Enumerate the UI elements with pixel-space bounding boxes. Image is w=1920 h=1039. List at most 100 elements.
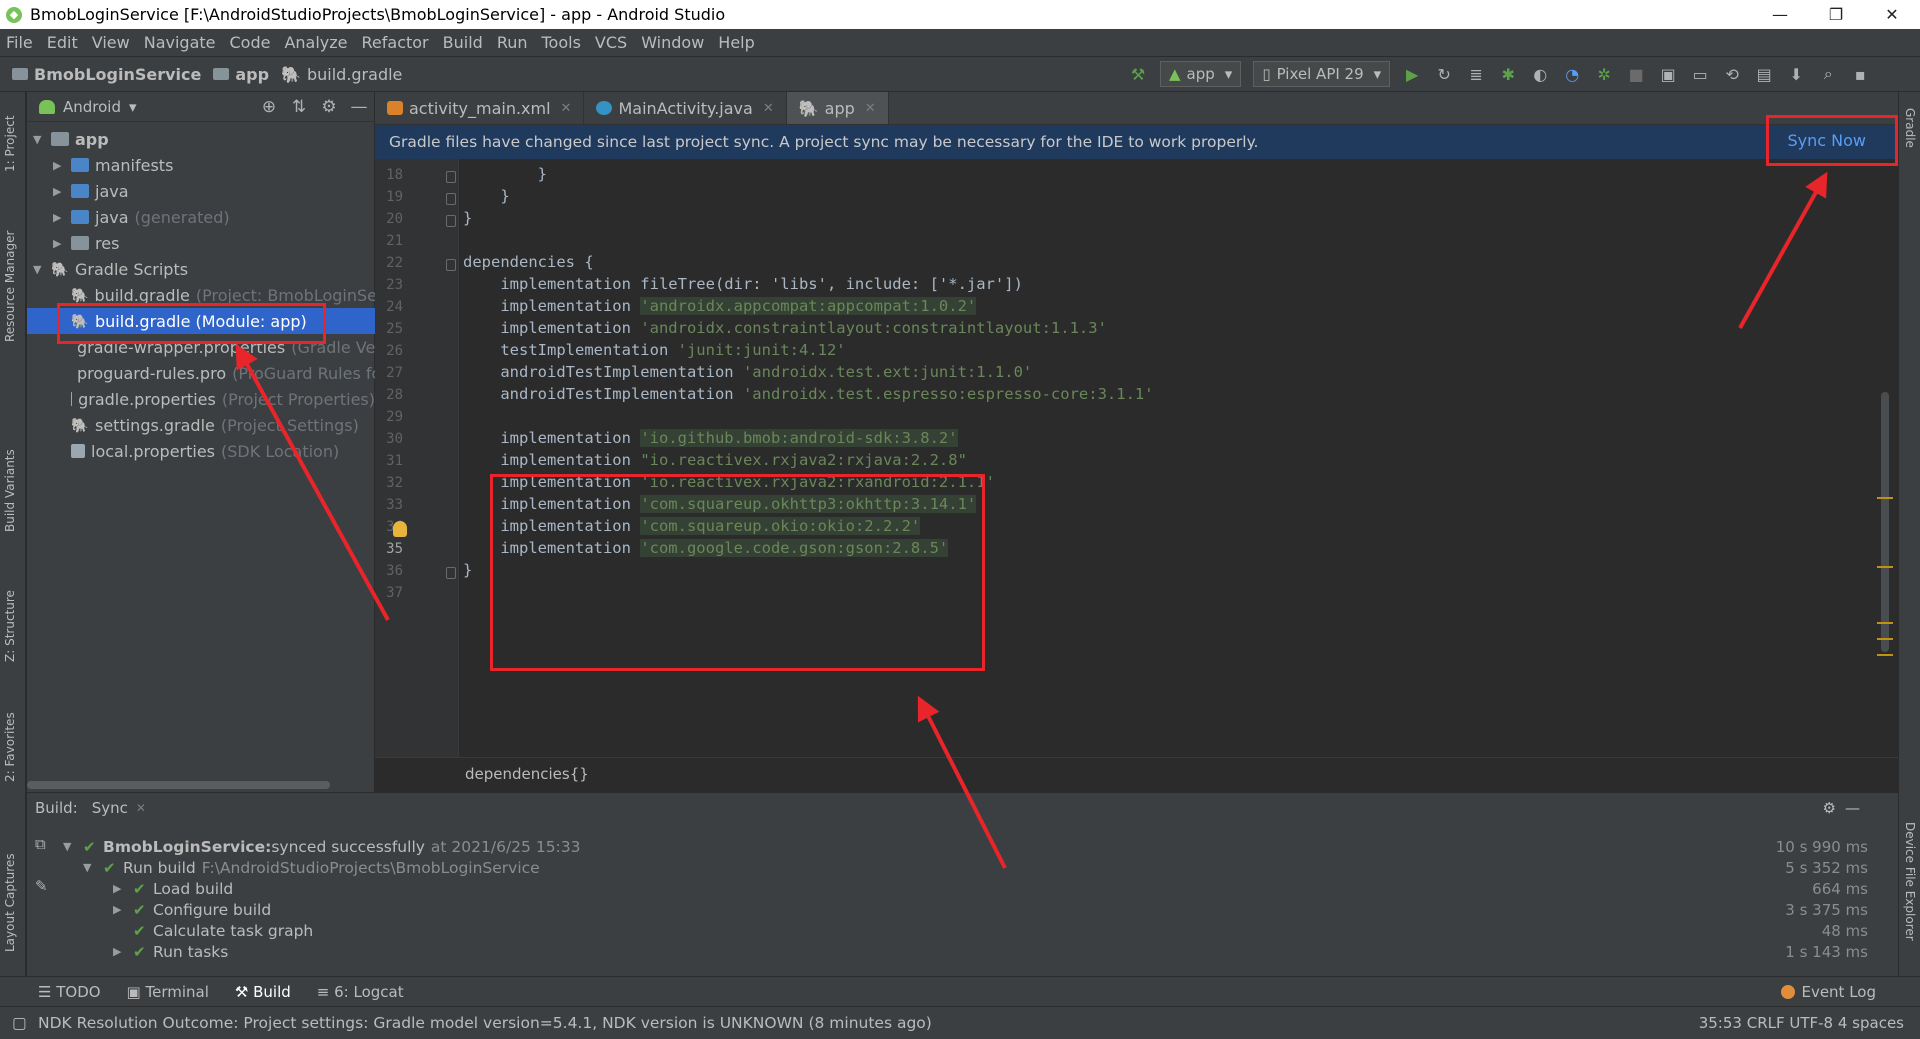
device-file-explorer-tab[interactable]: Device File Explorer [1903,822,1917,941]
editor-breadcrumb-label[interactable]: dependencies{} [465,765,589,783]
status-square-icon[interactable]: ▢ [12,1014,27,1032]
warning-stripe-marker[interactable] [1877,622,1893,624]
warning-stripe-marker[interactable] [1877,654,1893,656]
tree-item-java-generated[interactable]: ▶ java (generated) [27,204,375,230]
status-cursor-info[interactable]: 35:53 CRLF UTF-8 4 spaces [1699,1014,1904,1032]
fold-marker-icon[interactable] [446,259,456,271]
close-icon[interactable]: ✕ [136,801,146,815]
apply-code-icon[interactable]: ≣ [1465,63,1487,85]
tree-item-java[interactable]: ▶ java [27,178,375,204]
apply-changes-icon[interactable]: ↻ [1433,63,1455,85]
tree-item-settings-gradle[interactable]: 🐘 settings.gradle (Project Settings) [27,412,375,438]
menu-view[interactable]: View [92,33,130,52]
close-button[interactable]: ✕ [1864,5,1920,24]
gear-icon[interactable]: ⚙ [1823,799,1836,817]
project-view-select[interactable]: Android [63,98,121,116]
menu-tools[interactable]: Tools [542,33,581,52]
menu-edit[interactable]: Edit [47,33,78,52]
menu-vcs[interactable]: VCS [595,33,627,52]
layout-captures-tab[interactable]: Layout Captures [3,853,17,952]
run-config-select[interactable]: ▲ app ▾ [1160,61,1242,87]
build-row-root[interactable]: ▼ ✔ BmobLoginService: synced successfully… [63,836,581,857]
menu-navigate[interactable]: Navigate [144,33,216,52]
project-horizontal-scrollbar[interactable] [27,781,330,789]
build-row-configure-build[interactable]: ▶ ✔ Configure build [113,899,271,920]
warning-stripe-marker[interactable] [1877,638,1893,640]
tree-item-manifests[interactable]: ▶ manifests [27,152,375,178]
minimize-button[interactable]: — [1752,5,1808,24]
menu-run[interactable]: Run [497,33,528,52]
build-row-calc-task-graph[interactable]: ✔ Calculate task graph [133,920,313,941]
build-row-load-build[interactable]: ▶ ✔ Load build [113,878,233,899]
tree-item-res[interactable]: ▶ res [27,230,375,256]
warning-stripe-marker[interactable] [1877,497,1893,499]
close-icon[interactable]: ✕ [865,101,876,116]
run-icon[interactable]: ▶ [1401,63,1423,85]
pin-icon[interactable]: ✎ [35,877,48,895]
menu-refactor[interactable]: Refactor [362,33,429,52]
restart-icon[interactable]: ⧉ [35,835,46,853]
tab-build[interactable]: ⚒ Build [235,983,291,1001]
build-row-run-build[interactable]: ▼ ✔ Run build F:\AndroidStudioProjects\Bmo… [83,857,540,878]
locate-icon[interactable]: ⊕ [254,97,284,117]
tree-item-app[interactable]: ▼ app [27,126,375,152]
menu-file[interactable]: File [6,33,33,52]
stop-icon[interactable]: ■ [1625,63,1647,85]
tree-item-gradle-wrapper[interactable]: gradle-wrapper.properties (Gradle Ve [27,334,375,360]
layout-icon[interactable]: ▭ [1689,63,1711,85]
fold-marker-icon[interactable] [446,567,456,579]
build-row-run-tasks[interactable]: ▶ ✔ Run tasks [113,941,228,962]
coverage-icon[interactable]: ◐ [1529,63,1551,85]
event-log-button[interactable]: Event Log [1781,983,1876,1001]
hide-icon[interactable]: — [1845,799,1860,817]
profile-icon[interactable]: ◔ [1561,63,1583,85]
avd-manager-icon[interactable]: ▤ [1753,63,1775,85]
device-select[interactable]: ▯ Pixel API 29 ▾ [1253,61,1391,87]
hide-icon[interactable]: — [344,97,374,117]
lightbulb-icon[interactable] [393,521,407,537]
sync-now-link[interactable]: Sync Now [1788,131,1867,150]
tab-sync[interactable]: Sync [92,799,128,817]
search-icon[interactable]: ⌕ [1817,63,1839,85]
restore-button[interactable]: ❐ [1808,5,1864,24]
menu-window[interactable]: Window [641,33,704,52]
tab-todo[interactable]: ☰ TODO [38,983,101,1001]
project-tool-tab[interactable]: 1: Project [3,115,17,172]
tree-item-local-properties[interactable]: local.properties (SDK Location) [27,438,375,464]
tree-item-build-gradle-project[interactable]: 🐘 build.gradle (Project: BmobLoginServi [27,282,397,308]
menu-help[interactable]: Help [718,33,754,52]
resource-manager-tab[interactable]: Resource Manager [3,231,17,342]
fold-marker-icon[interactable] [446,215,456,227]
attach-debugger-icon[interactable]: ✲ [1593,63,1615,85]
gear-icon[interactable]: ⚙ [314,97,344,117]
tree-item-build-gradle-module[interactable]: 🐘 build.gradle (Module: app) [27,308,375,334]
tree-item-gradle-scripts[interactable]: ▼ 🐘 Gradle Scripts [27,256,375,282]
hammer-icon[interactable]: ⚒ [1127,63,1149,85]
sync-gradle-icon[interactable]: ⟲ [1721,63,1743,85]
tab-terminal[interactable]: ▣ Terminal [127,983,209,1001]
menu-analyze[interactable]: Analyze [284,33,347,52]
tree-item-gradle-properties[interactable]: gradle.properties (Project Properties) [27,386,375,412]
debug-icon[interactable]: ✱ [1497,63,1519,85]
close-icon[interactable]: ✕ [763,101,774,116]
project-structure-icon[interactable]: ▣ [1657,63,1679,85]
breadcrumb-project[interactable]: BmobLoginService [12,65,201,84]
tab-mainactivity-java[interactable]: MainActivity.java ✕ [584,92,787,124]
fold-marker-icon[interactable] [446,171,456,183]
collapse-all-icon[interactable]: ⇅ [284,97,314,117]
build-variants-tab[interactable]: Build Variants [3,449,17,532]
menu-build[interactable]: Build [443,33,483,52]
editor-vertical-scrollbar[interactable] [1881,392,1889,652]
menu-code[interactable]: Code [230,33,271,52]
favorites-tab[interactable]: 2: Favorites [3,712,17,782]
breadcrumb-module[interactable]: app [213,65,269,84]
warning-stripe-marker[interactable] [1877,566,1893,568]
gradle-tool-tab[interactable]: Gradle [1903,108,1917,148]
fold-marker-icon[interactable] [446,193,456,205]
tab-app-gradle[interactable]: 🐘 app ✕ [786,92,889,124]
tree-item-proguard[interactable]: proguard-rules.pro (ProGuard Rules fc [27,360,380,386]
sdk-manager-icon[interactable]: ⬇ [1785,63,1807,85]
close-icon[interactable]: ✕ [561,101,572,116]
breadcrumb-file[interactable]: 🐘 build.gradle [281,65,402,84]
account-icon[interactable]: ▪ [1849,63,1871,85]
